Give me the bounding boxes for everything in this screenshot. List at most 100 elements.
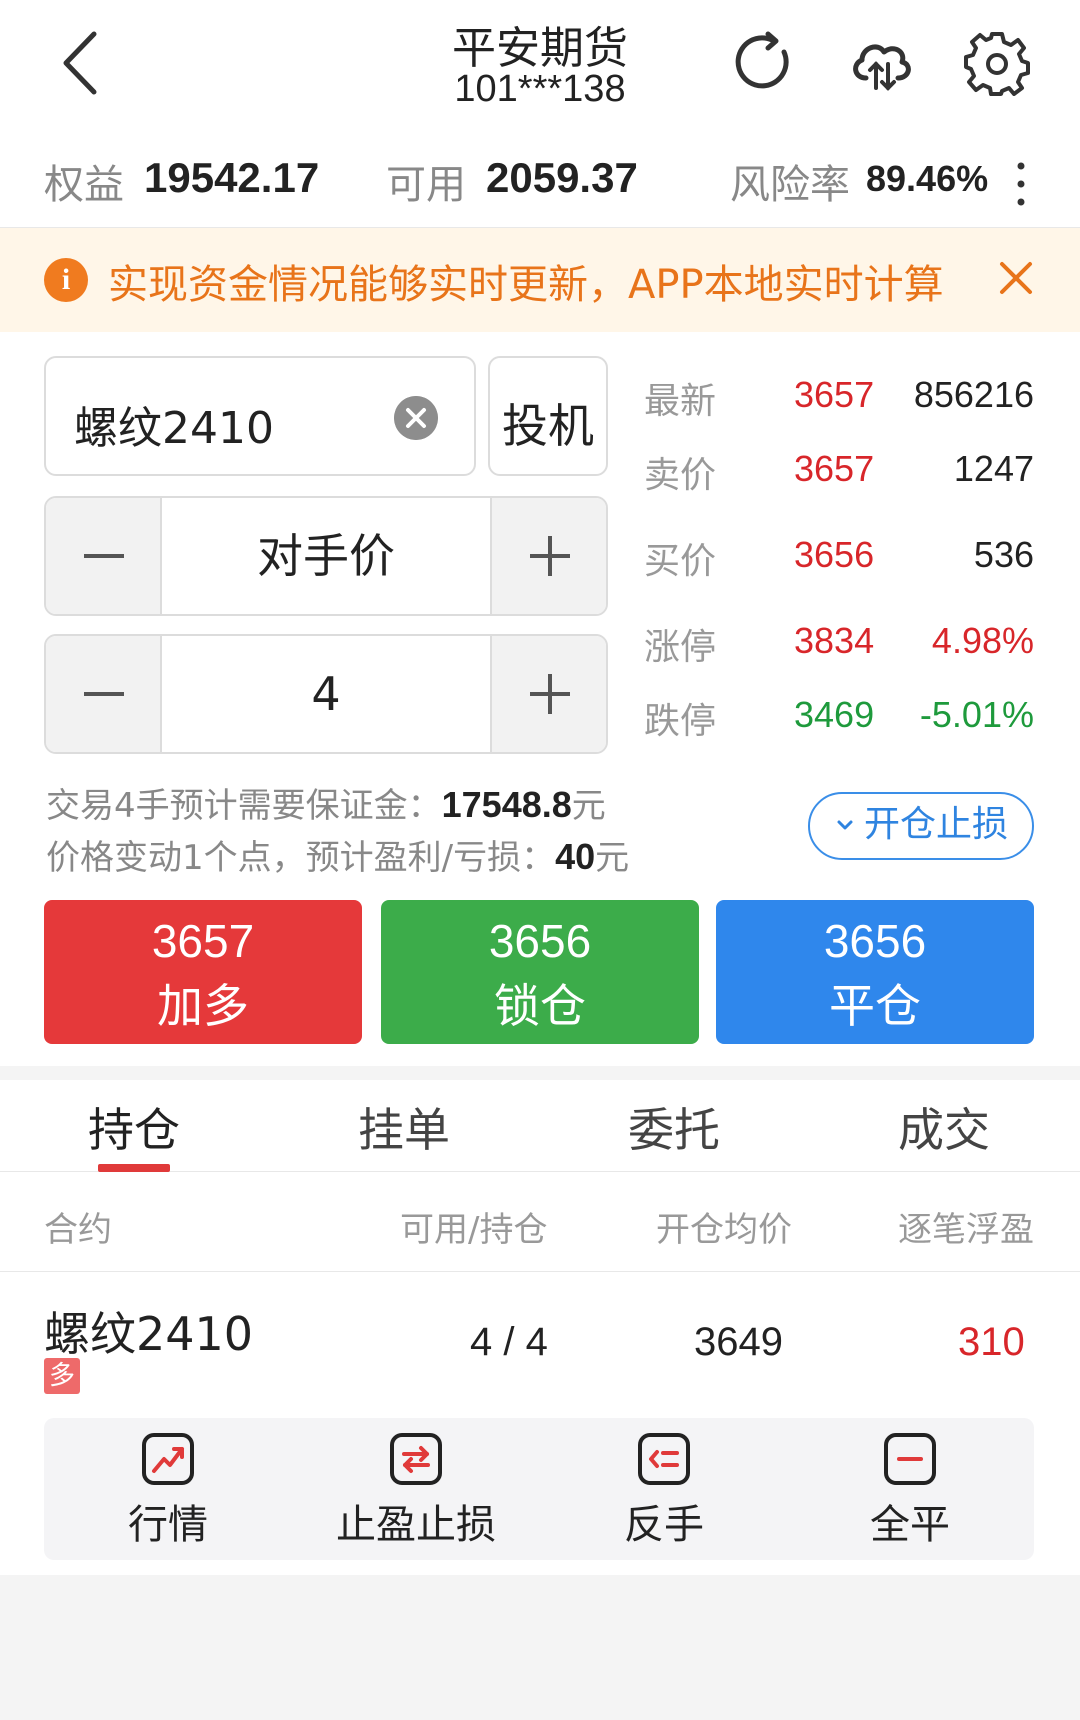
bottom-area — [0, 1575, 1080, 1720]
notice-banner: i 实现资金情况能够实时更新，APP本地实时计算 — [0, 228, 1080, 332]
quote-percent: -5.01% — [919, 694, 1034, 735]
quote-price: 3657 — [794, 374, 875, 415]
price-stepper: 对手价 — [44, 496, 608, 616]
section-divider — [0, 1066, 1080, 1080]
margin-label: 交易4手预计需要保证金： — [46, 786, 442, 826]
tab-positions[interactable]: 持仓 — [34, 1094, 234, 1160]
pnl-value: 40 — [555, 836, 596, 877]
order-type-label: 投机 — [502, 399, 594, 453]
action-label: 行情 — [128, 1502, 208, 1548]
position-actions: 行情 止盈止损 反手 全平 — [44, 1418, 1034, 1560]
price-plus-button[interactable] — [490, 498, 606, 614]
price-minus-button[interactable] — [46, 498, 162, 614]
stoploss-label: 开仓止损 — [863, 804, 1008, 845]
position-avg-price: 3649 — [694, 1320, 783, 1364]
lock-position-button[interactable]: 3656 锁仓 — [381, 900, 699, 1044]
lock-price: 3656 — [488, 915, 592, 967]
quote-label: 买价 — [644, 541, 717, 582]
quantity-plus-button[interactable] — [490, 636, 606, 752]
quote-price[interactable]: 3657 — [794, 448, 874, 490]
action-label: 反手 — [624, 1502, 704, 1548]
close-price: 3656 — [823, 915, 927, 967]
quote-price[interactable]: 3656 — [794, 534, 874, 576]
quote-row-bid: 买价 3656 536 — [644, 532, 1034, 582]
header: 平安期货 101***138 — [0, 0, 1080, 130]
gear-icon[interactable] — [964, 30, 1030, 96]
equity-label: 权益 — [44, 162, 124, 208]
reverse-icon — [638, 1433, 690, 1485]
quote-volume: 856216 — [913, 374, 1034, 415]
chevron-down-icon — [837, 820, 853, 830]
margin-value: 17548.8 — [441, 784, 572, 825]
quote-volume: 1247 — [953, 448, 1034, 489]
quote-row-limit-down: 跌停 3469 -5.01% — [644, 692, 1034, 742]
tab-orders[interactable]: 委托 — [574, 1094, 774, 1160]
position-contract: 螺纹2410 — [44, 1307, 254, 1361]
buy-long-price: 3657 — [151, 915, 255, 967]
quote-volume: 536 — [973, 534, 1034, 575]
quantity-value[interactable]: 4 — [164, 636, 488, 752]
tab-bar: 持仓 挂单 委托 成交 — [0, 1080, 1080, 1172]
close-icon[interactable] — [996, 258, 1036, 298]
order-type-button[interactable]: 投机 — [488, 356, 608, 476]
risk-value: 89.46% — [866, 158, 989, 199]
column-header: 合约 — [44, 1210, 112, 1250]
quote-price: 3834 — [794, 620, 875, 661]
direction-badge: 多 — [44, 1358, 80, 1394]
quote-label: 涨停 — [644, 627, 717, 668]
quote-row-limit-up: 涨停 3834 4.98% — [644, 618, 1034, 668]
action-take-profit-stop-loss[interactable]: 止盈止损 — [306, 1432, 526, 1550]
quote-row-latest: 最新 3657 856216 — [644, 372, 1034, 422]
account-number: 101***138 — [454, 68, 626, 110]
available-value: 2059.37 — [486, 154, 638, 201]
pnl-unit: 元 — [595, 838, 630, 878]
quote-label: 最新 — [644, 381, 717, 422]
equity-value: 19542.17 — [144, 154, 320, 201]
clear-icon[interactable] — [394, 396, 438, 440]
stoploss-button[interactable]: 开仓止损 — [808, 792, 1034, 860]
refresh-icon[interactable] — [732, 30, 798, 96]
column-header: 逐笔浮盈 — [898, 1210, 1034, 1250]
position-available-hold: 4 / 4 — [470, 1320, 548, 1364]
buy-long-button[interactable]: 3657 加多 — [44, 900, 362, 1044]
risk-label: 风险率 — [730, 162, 850, 208]
action-label: 全平 — [870, 1502, 950, 1548]
pnl-info: 价格变动1个点，预计盈利/亏损：40元 — [46, 830, 629, 879]
action-label: 止盈止损 — [336, 1502, 496, 1548]
tab-pending-orders[interactable]: 挂单 — [304, 1094, 504, 1160]
account-summary: 权益 19542.17 可用 2059.37 风险率 89.46% — [0, 140, 1080, 228]
column-header: 开仓均价 — [656, 1210, 792, 1250]
quote-label: 卖价 — [644, 455, 717, 496]
chart-trend-icon — [142, 1433, 194, 1485]
quote-label: 跌停 — [644, 701, 717, 742]
tab-active-indicator — [98, 1164, 170, 1172]
position-float-pnl: 310 — [958, 1320, 1025, 1364]
action-reverse[interactable]: 反手 — [554, 1432, 774, 1550]
exchange-icon — [390, 1433, 442, 1485]
quote-price: 3469 — [794, 694, 875, 735]
available-label: 可用 — [386, 162, 466, 208]
info-icon: i — [44, 258, 88, 302]
notice-text: 实现资金情况能够实时更新，APP本地实时计算 — [108, 262, 944, 308]
quote-percent: 4.98% — [931, 620, 1034, 661]
close-label: 平仓 — [829, 979, 921, 1033]
contract-input[interactable]: 螺纹2410 — [44, 356, 476, 476]
contract-name: 螺纹2410 — [74, 403, 274, 454]
more-vertical-icon[interactable] — [1014, 154, 1028, 214]
quantity-minus-button[interactable] — [46, 636, 162, 752]
column-header: 可用/持仓 — [400, 1210, 548, 1250]
close-position-button[interactable]: 3656 平仓 — [716, 900, 1034, 1044]
table-row[interactable]: 螺纹2410 多 4 / 4 3649 310 — [0, 1272, 1080, 1412]
pnl-label: 价格变动1个点，预计盈利/亏损： — [46, 838, 556, 878]
price-mode-value[interactable]: 对手价 — [164, 498, 488, 614]
quantity-stepper: 4 — [44, 634, 608, 754]
tab-trades[interactable]: 成交 — [844, 1094, 1044, 1160]
action-close-all[interactable]: 全平 — [800, 1432, 1020, 1550]
cloud-sync-icon[interactable] — [848, 30, 914, 96]
action-market[interactable]: 行情 — [58, 1432, 278, 1550]
minus-icon — [884, 1433, 936, 1485]
margin-info: 交易4手预计需要保证金：17548.8元 — [46, 778, 606, 827]
positions-table-header: 合约 可用/持仓 开仓均价 逐笔浮盈 — [0, 1172, 1080, 1272]
page-title: 平安期货 — [452, 23, 628, 74]
lock-label: 锁仓 — [494, 979, 586, 1033]
